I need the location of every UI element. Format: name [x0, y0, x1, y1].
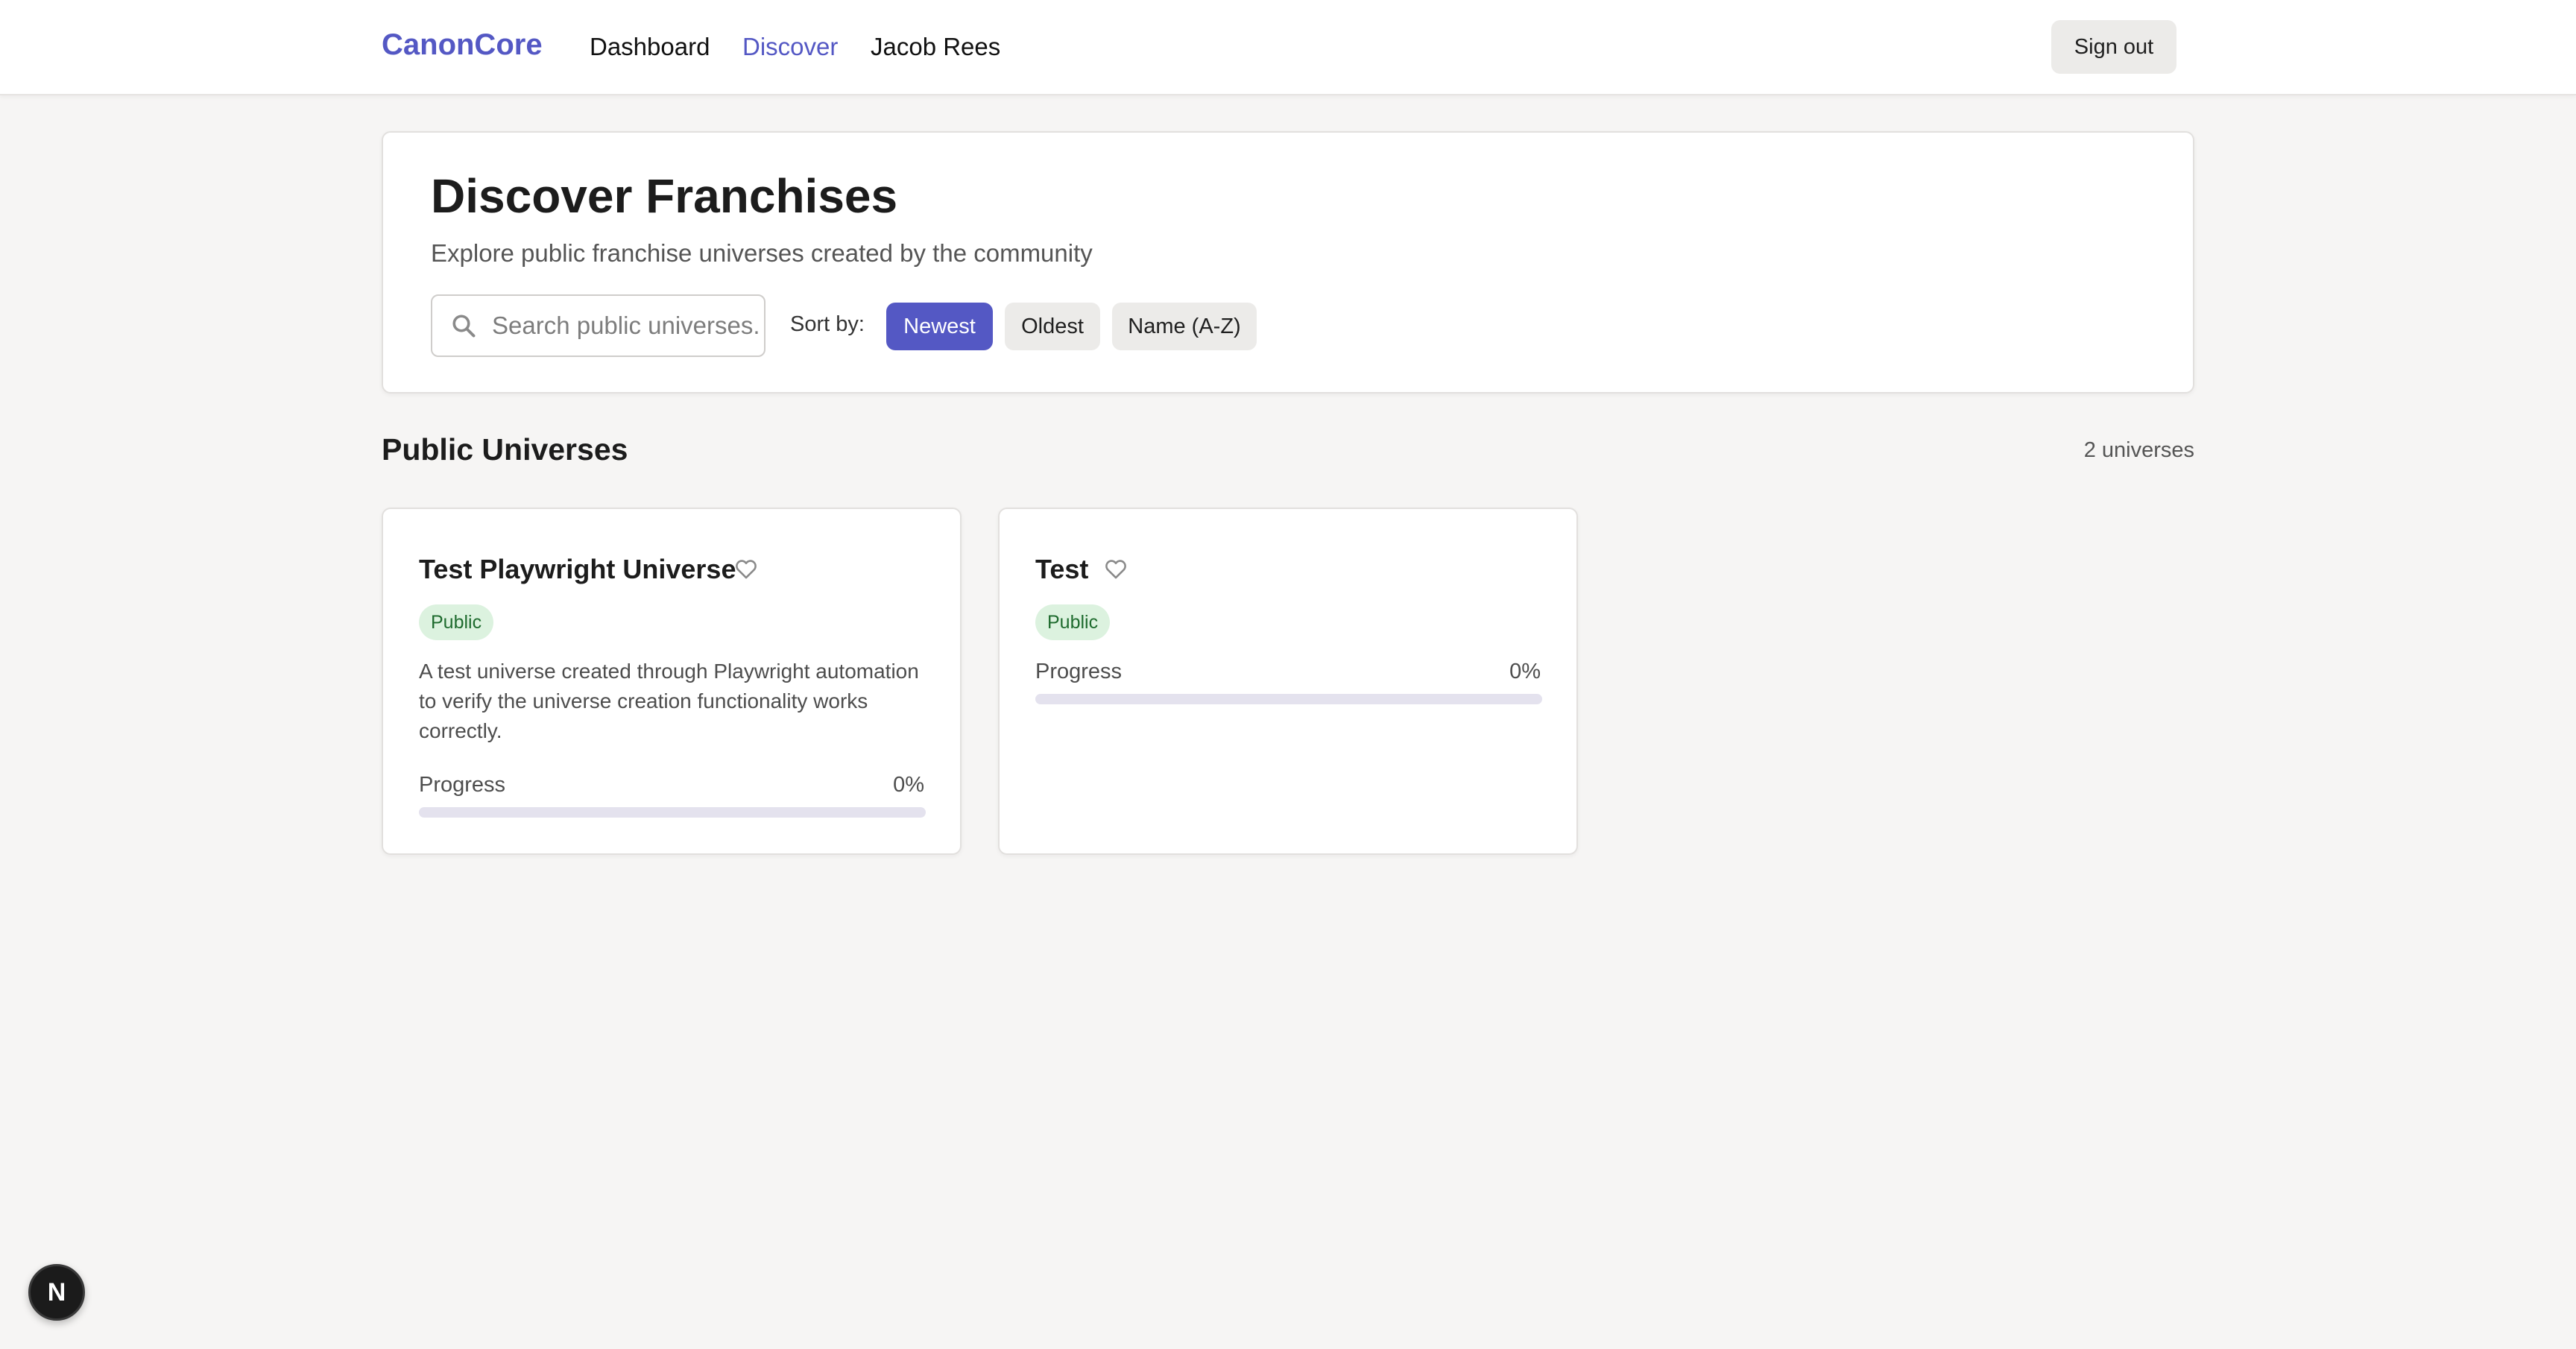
top-navigation-bar: CanonCore Dashboard Discover Jacob Rees …	[0, 0, 2576, 95]
nav-link-dashboard[interactable]: Dashboard	[590, 33, 710, 61]
universe-count: 2 universes	[2083, 438, 2194, 462]
progress-bar	[1035, 694, 1542, 704]
sort-name-az-button[interactable]: Name (A-Z)	[1112, 303, 1257, 350]
progress-percentage: 0%	[893, 773, 924, 797]
universe-card[interactable]: Test Public Progress 0%	[998, 508, 1578, 855]
universe-title[interactable]: Test	[1035, 554, 1088, 585]
visibility-badge: Public	[1035, 604, 1111, 640]
universe-title[interactable]: Test Playwright Universe	[419, 554, 736, 585]
universe-description: A test universe created through Playwrig…	[419, 660, 919, 742]
brand-logo-link[interactable]: CanonCore	[382, 28, 543, 62]
heart-icon[interactable]	[733, 556, 759, 581]
progress-label: Progress	[1035, 660, 1123, 683]
sort-by-label: Sort by:	[790, 312, 865, 336]
section-title: Public Universes	[382, 432, 628, 467]
page-subtitle: Explore public franchise universes creat…	[431, 239, 1093, 267]
progress-label: Progress	[419, 773, 506, 797]
heart-icon[interactable]	[1103, 556, 1128, 581]
nav-link-user-profile[interactable]: Jacob Rees	[871, 33, 1000, 61]
nav-link-discover[interactable]: Discover	[742, 33, 838, 61]
progress-bar	[419, 807, 926, 818]
dev-tools-indicator-button[interactable]: N	[28, 1264, 85, 1321]
search-icon	[452, 315, 476, 338]
visibility-badge: Public	[419, 604, 494, 640]
sort-newest-button[interactable]: Newest	[886, 303, 993, 350]
universe-card[interactable]: Test Playwright Universe Public A test u…	[382, 508, 962, 855]
sign-out-button[interactable]: Sign out	[2051, 20, 2176, 74]
search-input[interactable]	[492, 296, 760, 356]
discover-header-card: Discover Franchises Explore public franc…	[382, 131, 2194, 394]
page-title: Discover Franchises	[431, 169, 898, 223]
sort-oldest-button[interactable]: Oldest	[1005, 303, 1100, 350]
search-box[interactable]	[431, 294, 765, 357]
progress-percentage: 0%	[1509, 660, 1541, 683]
